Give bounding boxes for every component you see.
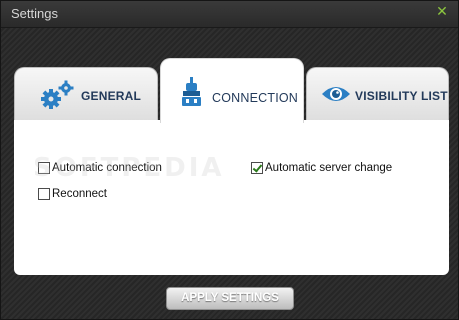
- tab-connection-label: CONNECTION: [212, 91, 299, 105]
- tab-visibility-list-label: VISIBILITY LIST: [355, 89, 448, 103]
- window-title: Settings: [11, 6, 58, 21]
- automatic-connection-checkbox[interactable]: [38, 162, 50, 174]
- automatic-connection-option[interactable]: Automatic connection: [38, 162, 162, 174]
- automatic-server-change-option[interactable]: Automatic server change: [251, 162, 392, 174]
- gears-icon: [39, 80, 77, 114]
- automatic-server-change-label: Automatic server change: [265, 162, 393, 174]
- automatic-server-change-checkbox[interactable]: [251, 162, 263, 174]
- tab-general[interactable]: GENERAL: [14, 67, 158, 121]
- connection-panel: Automatic connection Reconnect Automatic…: [14, 120, 449, 275]
- tab-visibility-list[interactable]: VISIBILITY LIST: [306, 67, 449, 121]
- eye-icon: [321, 84, 351, 108]
- reconnect-option[interactable]: Reconnect: [38, 188, 107, 200]
- automatic-connection-label: Automatic connection: [52, 162, 162, 174]
- reconnect-label: Reconnect: [52, 188, 107, 200]
- apply-settings-button[interactable]: APPLY SETTINGS: [166, 287, 294, 310]
- network-plug-icon: [181, 77, 203, 113]
- reconnect-checkbox[interactable]: [38, 188, 50, 200]
- settings-window: Settings ✕ GENERAL CONNECTION VISIBILITY…: [0, 0, 459, 320]
- tab-general-label: GENERAL: [81, 89, 142, 103]
- title-bar[interactable]: Settings ✕: [1, 1, 458, 28]
- close-icon[interactable]: ✕: [435, 5, 449, 19]
- tab-connection[interactable]: CONNECTION: [160, 58, 304, 123]
